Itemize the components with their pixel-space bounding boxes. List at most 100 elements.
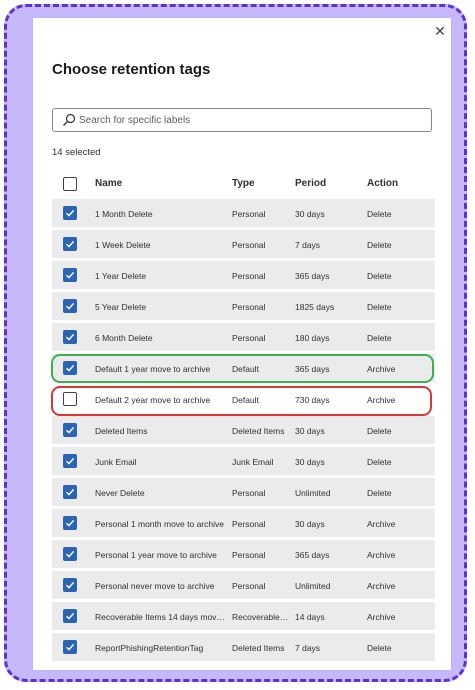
table-row[interactable]: Personal never move to archive Personal Un… bbox=[52, 571, 435, 599]
row-name: Never Delete bbox=[95, 488, 145, 498]
row-type: Personal bbox=[232, 271, 266, 281]
table-row[interactable]: Personal 1 month move to archive Personal… bbox=[52, 509, 435, 537]
header-type[interactable]: Type bbox=[232, 178, 289, 189]
row-type: Personal bbox=[232, 581, 266, 591]
row-period: 30 days bbox=[295, 519, 325, 529]
checkmark-icon bbox=[66, 240, 75, 248]
row-period: 7 days bbox=[295, 643, 321, 653]
row-name: Default 2 year move to archive bbox=[95, 395, 211, 405]
row-action: Archive bbox=[367, 581, 396, 591]
table-row[interactable]: 5 Year Delete Personal 1825 days Delete bbox=[52, 292, 435, 320]
checkmark-icon bbox=[66, 333, 75, 341]
checkmark-icon bbox=[66, 426, 75, 434]
row-action: Delete bbox=[367, 209, 392, 219]
row-name: Recoverable Items 14 days move to archiv… bbox=[95, 612, 225, 622]
table-row[interactable]: 1 Year Delete Personal 365 days Delete bbox=[52, 261, 435, 289]
row-checkbox[interactable] bbox=[63, 361, 77, 375]
search-icon bbox=[63, 113, 76, 126]
dialog-title: Choose retention tags bbox=[52, 61, 211, 78]
row-type: Personal bbox=[232, 519, 266, 529]
row-type: Personal bbox=[232, 209, 266, 219]
row-action: Archive bbox=[367, 364, 396, 374]
table-row[interactable]: 1 Week Delete Personal 7 days Delete bbox=[52, 230, 435, 258]
checkmark-icon bbox=[66, 271, 75, 279]
checkmark-icon bbox=[66, 488, 75, 496]
table-row[interactable]: ReportPhishingRetentionTag Deleted Items 7… bbox=[52, 633, 435, 661]
header-action[interactable]: Action bbox=[367, 178, 427, 189]
row-checkbox[interactable] bbox=[63, 206, 77, 220]
row-action: Delete bbox=[367, 302, 392, 312]
table-row[interactable]: Deleted Items Deleted Items 30 days Delete bbox=[52, 416, 435, 444]
row-action: Archive bbox=[367, 612, 396, 622]
row-checkbox[interactable] bbox=[63, 268, 77, 282]
row-action: Delete bbox=[367, 643, 392, 653]
row-checkbox[interactable] bbox=[63, 454, 77, 468]
checkmark-icon bbox=[66, 643, 75, 651]
close-icon[interactable]: ✕ bbox=[431, 22, 449, 40]
table-row[interactable]: Recoverable Items 14 days move to archiv… bbox=[52, 602, 435, 630]
row-type: Personal bbox=[232, 240, 266, 250]
row-action: Delete bbox=[367, 271, 392, 281]
header-period[interactable]: Period bbox=[295, 178, 360, 189]
row-checkbox[interactable] bbox=[63, 392, 77, 406]
row-action: Delete bbox=[367, 426, 392, 436]
search-box[interactable] bbox=[52, 108, 432, 132]
checkmark-icon bbox=[66, 519, 75, 527]
select-all-checkbox[interactable] bbox=[63, 177, 77, 191]
checkmark-icon bbox=[66, 209, 75, 217]
row-period: 7 days bbox=[295, 240, 321, 250]
row-type: Personal bbox=[232, 302, 266, 312]
row-name: 1 Week Delete bbox=[95, 240, 151, 250]
checkmark-icon bbox=[66, 550, 75, 558]
table-row[interactable]: 6 Month Delete Personal 180 days Delete bbox=[52, 323, 435, 351]
row-type: Deleted Items bbox=[232, 643, 285, 653]
row-checkbox[interactable] bbox=[63, 330, 77, 344]
row-type: Default bbox=[232, 364, 259, 374]
row-name: 5 Year Delete bbox=[95, 302, 147, 312]
table-row[interactable]: Default 2 year move to archive Default 730… bbox=[52, 385, 435, 413]
row-type: Junk Email bbox=[232, 457, 274, 467]
row-period: 365 days bbox=[295, 364, 330, 374]
row-type: Personal bbox=[232, 333, 266, 343]
row-name: Personal 1 year move to archive bbox=[95, 550, 217, 560]
row-name: Personal 1 month move to archive bbox=[95, 519, 224, 529]
row-type: Personal bbox=[232, 488, 266, 498]
row-name: Default 1 year move to archive bbox=[95, 364, 211, 374]
row-period: 30 days bbox=[295, 457, 325, 467]
row-checkbox[interactable] bbox=[63, 516, 77, 530]
selected-count: 14 selected bbox=[52, 147, 101, 158]
retention-tags-dialog: ✕ Choose retention tags 14 selected Name… bbox=[33, 18, 451, 670]
row-checkbox[interactable] bbox=[63, 547, 77, 561]
row-name: Deleted Items bbox=[95, 426, 148, 436]
checkmark-icon bbox=[66, 581, 75, 589]
row-period: 30 days bbox=[295, 209, 325, 219]
row-name: 6 Month Delete bbox=[95, 333, 153, 343]
row-checkbox[interactable] bbox=[63, 237, 77, 251]
table-row[interactable]: Never Delete Personal Unlimited Delete bbox=[52, 478, 435, 506]
row-checkbox[interactable] bbox=[63, 423, 77, 437]
table-row[interactable]: Junk Email Junk Email 30 days Delete bbox=[52, 447, 435, 475]
row-period: 365 days bbox=[295, 271, 330, 281]
row-checkbox[interactable] bbox=[63, 609, 77, 623]
row-name: ReportPhishingRetentionTag bbox=[95, 643, 204, 653]
table-row[interactable]: Personal 1 year move to archive Personal 3… bbox=[52, 540, 435, 568]
row-action: Delete bbox=[367, 240, 392, 250]
row-action: Delete bbox=[367, 457, 392, 467]
row-checkbox[interactable] bbox=[63, 299, 77, 313]
row-checkbox[interactable] bbox=[63, 485, 77, 499]
table-row[interactable]: 1 Month Delete Personal 30 days Delete bbox=[52, 199, 435, 227]
row-checkbox[interactable] bbox=[63, 578, 77, 592]
table-header: Name Type Period Action bbox=[52, 171, 435, 197]
row-action: Delete bbox=[367, 333, 392, 343]
checkmark-icon bbox=[66, 612, 75, 620]
row-period: 365 days bbox=[295, 550, 330, 560]
header-name[interactable]: Name bbox=[95, 178, 225, 189]
row-period: Unlimited bbox=[295, 581, 331, 591]
row-period: Unlimited bbox=[295, 488, 331, 498]
row-name: Junk Email bbox=[95, 457, 137, 467]
search-input[interactable] bbox=[79, 111, 419, 129]
row-action: Archive bbox=[367, 395, 396, 405]
table-row[interactable]: Default 1 year move to archive Default 365… bbox=[52, 354, 435, 382]
checkmark-icon bbox=[66, 302, 75, 310]
row-checkbox[interactable] bbox=[63, 640, 77, 654]
